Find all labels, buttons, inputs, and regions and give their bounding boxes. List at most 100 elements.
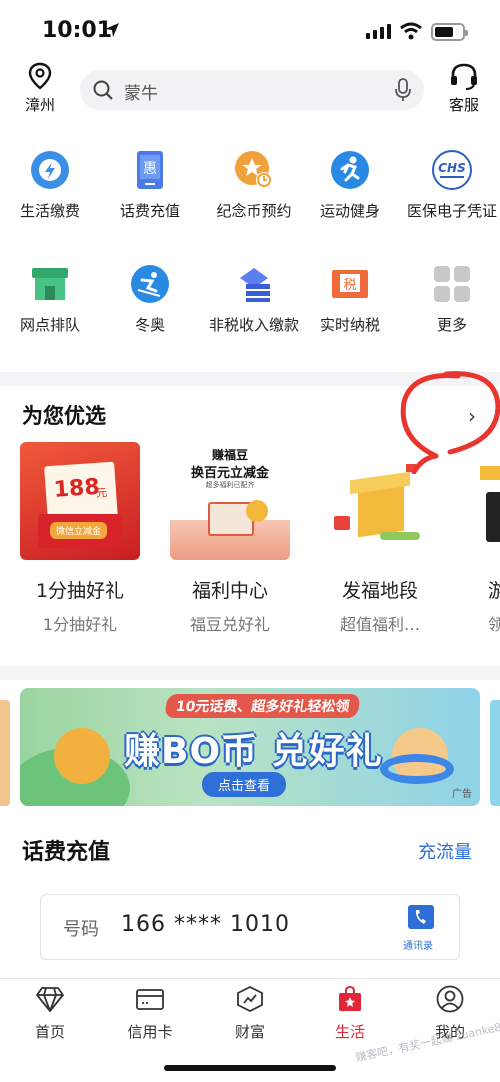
grid-item-label: 医保电子凭证 — [406, 202, 497, 220]
card-img-line2: 换百元立减金 — [190, 466, 269, 481]
coin-star-icon — [234, 150, 274, 190]
promo-banner-area: 10元话费、超多好礼轻松领 赚BO币 兑好礼 点击查看 广告 — [0, 680, 500, 810]
tab-wealth[interactable]: 财富 — [200, 985, 300, 1042]
card-sub: 超值福利… — [339, 615, 420, 634]
grid-item-label: 冬奥 — [134, 316, 165, 334]
store-icon — [30, 264, 70, 304]
grid-item-utility-payment[interactable]: 生活缴费 — [2, 150, 98, 222]
svg-text:CHS: CHS — [438, 161, 466, 175]
grid-item-realtime-tax[interactable]: 税 实时纳税 — [302, 264, 398, 336]
phone-number[interactable]: 166 **** 1010 — [121, 912, 290, 937]
grid-item-non-tax-payment[interactable]: 非税收入缴款 — [202, 264, 306, 336]
grid-item-label: 更多 — [436, 316, 467, 334]
grid-item-label: 运动健身 — [319, 202, 380, 220]
status-bar: 10:01 — [0, 0, 500, 62]
phone-card-icon: 惠 — [130, 150, 170, 190]
contacts-button[interactable]: 通讯录 — [403, 903, 439, 952]
search-input[interactable]: 蒙牛 — [80, 70, 424, 110]
customer-service-button[interactable]: 客服 — [442, 62, 486, 115]
shopping-bag-icon — [339, 985, 361, 1011]
ad-label: 广告 — [452, 789, 472, 800]
card-sub: 领 — [488, 615, 500, 634]
grid-item-sports[interactable]: 运动健身 — [302, 150, 398, 222]
card-img-line3: 超多福利已配齐 — [205, 481, 255, 489]
recommend-card[interactable]: 188 元 微信立减金 1分抽好礼 1分抽好礼 — [20, 442, 140, 635]
card-amount-unit: 元 — [95, 486, 108, 500]
card-amount: 188 — [52, 474, 101, 503]
svg-text:税: 税 — [343, 278, 356, 293]
card-name: 发福地段 — [341, 580, 418, 602]
data-topup-link[interactable]: 充流量 — [418, 838, 472, 864]
grid-item-label: 话费充值 — [119, 202, 180, 220]
banner-next-peek[interactable] — [490, 700, 500, 806]
recommend-card[interactable]: 赚福豆 换百元立减金 超多福利已配齐 福利中心 福豆兑好礼 — [170, 442, 290, 635]
battery-icon — [431, 23, 468, 41]
microphone-icon[interactable] — [394, 77, 412, 103]
user-icon — [436, 985, 464, 1013]
grid-item-label: 实时纳税 — [319, 316, 380, 334]
grid-item-label: 非税收入缴款 — [208, 316, 299, 334]
location-label: 漳州 — [24, 96, 55, 114]
card-sub: 1分抽好礼 — [42, 615, 118, 634]
tab-label: 首页 — [34, 1023, 65, 1041]
search-placeholder: 蒙牛 — [124, 84, 158, 104]
card-tag: 微信立减金 — [50, 522, 108, 539]
customer-service-label: 客服 — [448, 96, 479, 114]
phone-topup-section: 话费充值 充流量 号码 166 **** 1010 通讯录 — [0, 810, 500, 978]
tax-icon: 税 — [330, 264, 370, 304]
svg-text:惠: 惠 — [143, 161, 157, 177]
lightning-icon — [30, 150, 70, 190]
grid-item-winter-olympics[interactable]: 冬奥 — [102, 264, 198, 336]
tab-life[interactable]: 生活 — [300, 985, 400, 1042]
contacts-label: 通讯录 — [403, 941, 433, 952]
section-title: 话费充值 — [22, 840, 111, 865]
promo-banner[interactable]: 10元话费、超多好礼轻松领 赚BO币 兑好礼 点击查看 广告 — [20, 688, 480, 806]
stack-icon — [234, 264, 274, 304]
grid-item-medical-insurance[interactable]: CHS 医保电子凭证 — [404, 150, 500, 222]
status-time: 10:01 — [42, 18, 113, 43]
location-arrow-icon — [105, 23, 119, 37]
credit-card-icon — [136, 989, 164, 1010]
search-icon — [93, 80, 113, 100]
phone-book-icon — [408, 905, 434, 929]
grid-item-phone-topup[interactable]: 惠 话费充值 — [102, 150, 198, 222]
top-header: 漳州 蒙牛 客服 — [0, 62, 500, 124]
number-label: 号码 — [63, 919, 99, 940]
skier-icon — [130, 264, 170, 304]
tab-home[interactable]: 首页 — [0, 985, 100, 1042]
card-name: 福利中心 — [191, 580, 268, 602]
grid-item-coin-reservation[interactable]: 纪念币预约 — [202, 150, 306, 222]
grid-item-label: 网点排队 — [19, 316, 80, 334]
runner-icon — [330, 150, 370, 190]
card-image-welfare: 赚福豆 换百元立减金 超多福利已配齐 — [170, 442, 290, 560]
more-grid-icon — [432, 264, 472, 304]
banner-prev-peek[interactable] — [0, 700, 10, 806]
section-title: 为您优选 — [22, 404, 106, 428]
tab-credit-card[interactable]: 信用卡 — [100, 985, 200, 1042]
grid-item-branch-queue[interactable]: 网点排队 — [2, 264, 98, 336]
grid-item-label: 纪念币预约 — [216, 202, 292, 220]
wealth-chart-icon — [237, 985, 263, 1013]
card-name: 游 — [488, 580, 500, 602]
home-indicator[interactable] — [164, 1065, 336, 1071]
location-button[interactable]: 漳州 — [20, 62, 60, 115]
cellular-signal-icon — [366, 24, 391, 39]
bottom-tab-bar: 首页 信用卡 财富 生活 我的 — [0, 978, 500, 1082]
card-image-lottery: 188 元 微信立减金 — [20, 442, 140, 560]
diamond-icon — [36, 987, 64, 1012]
card-img-line1: 赚福豆 — [211, 448, 248, 462]
tab-label: 生活 — [334, 1023, 365, 1041]
quick-action-grid: 生活缴费 惠 话费充值 纪念币预约 运动健身 CHS 医保电子凭证 网点排队 冬… — [0, 124, 500, 372]
card-sub: 福豆兑好礼 — [189, 615, 270, 634]
location-pin-icon — [28, 62, 52, 90]
banner-headline: 赚BO币 兑好礼 — [124, 731, 383, 772]
chs-icon: CHS — [432, 150, 472, 190]
headset-icon — [451, 63, 477, 90]
card-name: 1分抽好礼 — [35, 580, 125, 602]
tab-label: 信用卡 — [127, 1023, 173, 1041]
phone-number-field[interactable]: 号码 166 **** 1010 通讯录 — [40, 894, 460, 960]
tab-label: 财富 — [234, 1023, 265, 1041]
annotation-circle — [400, 371, 500, 474]
banner-button[interactable]: 点击查看 — [202, 772, 287, 797]
grid-item-more[interactable]: 更多 — [404, 264, 500, 336]
